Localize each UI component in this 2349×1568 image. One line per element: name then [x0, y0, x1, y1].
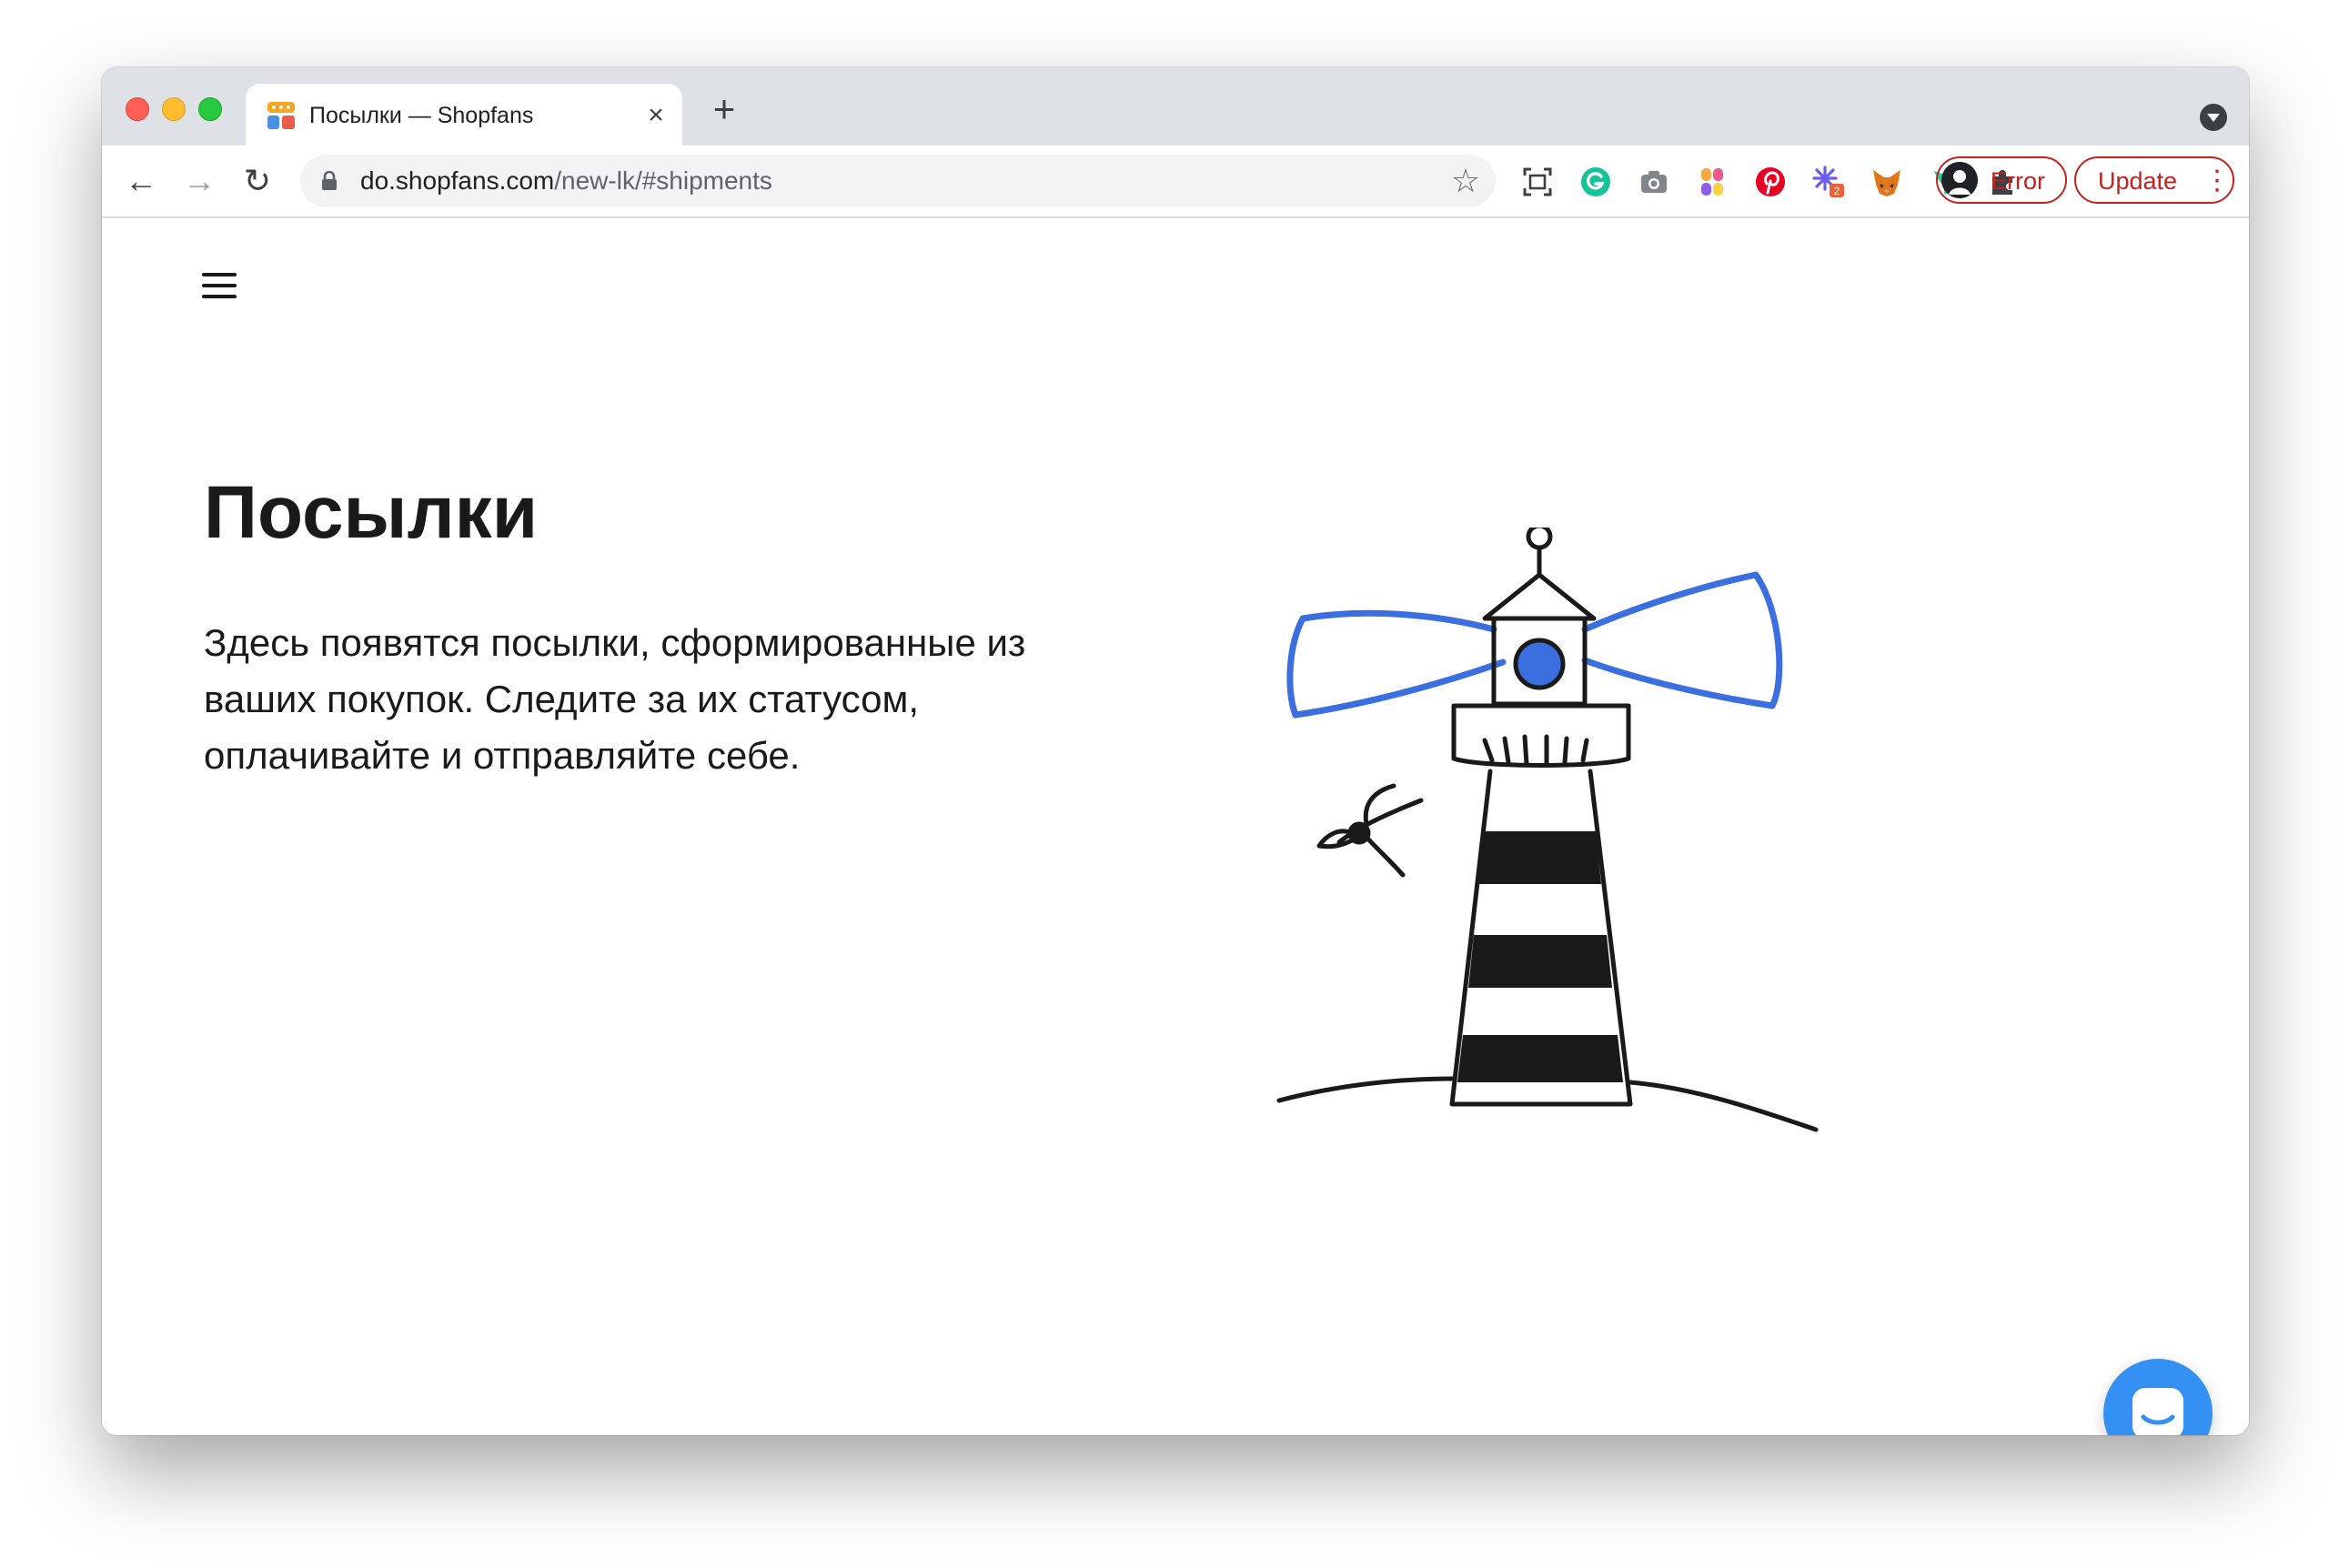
tab-title: Посылки — Shopfans — [309, 103, 534, 128]
grammarly-icon[interactable] — [1579, 166, 1612, 198]
reload-button[interactable]: ↻ — [238, 162, 277, 200]
forward-button[interactable]: → — [180, 162, 218, 200]
empty-state-description: Здесь появятся посылки, сформированные и… — [204, 621, 1026, 777]
camera-icon[interactable] — [1638, 166, 1670, 198]
tab-strip: Посылки — Shopfans × + — [102, 67, 2249, 146]
page-content: Посылки Здесь появятся посылки, сформиро… — [102, 218, 2249, 1435]
url-path: /new-lk/#shipments — [554, 166, 772, 195]
tab-close-icon[interactable]: × — [642, 102, 670, 129]
url-host: do.shopfans.com — [360, 166, 555, 195]
light-beam-right — [1581, 571, 1783, 709]
screen: Посылки — Shopfans × + ← → ↻ do.shopfans… — [0, 0, 2349, 1568]
profile-error-button[interactable]: Error — [1936, 156, 2067, 204]
chat-icon — [2132, 1388, 2183, 1435]
extension-badge-count: 2 — [1834, 185, 1840, 197]
browser-menu-icon[interactable]: ⋮ — [2203, 166, 2231, 196]
update-button[interactable]: Update ⋮ — [2074, 156, 2234, 204]
light-beam-left — [1286, 609, 1507, 719]
page-title: Посылки — [204, 471, 539, 554]
close-window-button[interactable] — [126, 97, 149, 121]
profile-error-label: Error — [1991, 167, 2045, 195]
shopfans-favicon-icon — [267, 102, 295, 129]
active-tab[interactable]: Посылки — Shopfans × — [246, 84, 682, 146]
screenshot-frame-icon[interactable] — [1521, 166, 1554, 198]
chat-launcher-button[interactable] — [2103, 1359, 2213, 1435]
tab-search-icon[interactable] — [2200, 104, 2227, 131]
new-tab-button[interactable]: + — [706, 90, 742, 128]
hamburger-menu-icon[interactable] — [202, 273, 237, 300]
minimize-window-button[interactable] — [162, 97, 186, 121]
bookmark-star-icon[interactable]: ☆ — [1448, 164, 1483, 198]
avatar — [1941, 162, 1978, 198]
browser-toolbar: ← → ↻ do.shopfans.com/new-lk/#shipments … — [102, 146, 2249, 218]
sparkle-extension-icon[interactable]: 2 — [1812, 166, 1845, 198]
update-label: Update — [2098, 167, 2178, 195]
metamask-fox-icon[interactable] — [1870, 166, 1903, 198]
lighthouse-illustration — [1276, 528, 1819, 1132]
browser-window: Посылки — Shopfans × + ← → ↻ do.shopfans… — [102, 67, 2249, 1435]
url-text: do.shopfans.com/new-lk/#shipments — [360, 166, 772, 196]
lock-icon — [322, 171, 337, 190]
color-palette-icon[interactable] — [1696, 166, 1729, 198]
back-button[interactable]: ← — [122, 162, 160, 200]
address-bar[interactable]: do.shopfans.com/new-lk/#shipments ☆ — [300, 155, 1496, 207]
bird-doodle — [1316, 783, 1424, 878]
pinterest-icon[interactable] — [1754, 166, 1787, 198]
zoom-window-button[interactable] — [198, 97, 222, 121]
lighthouse-lamp — [1513, 638, 1566, 690]
